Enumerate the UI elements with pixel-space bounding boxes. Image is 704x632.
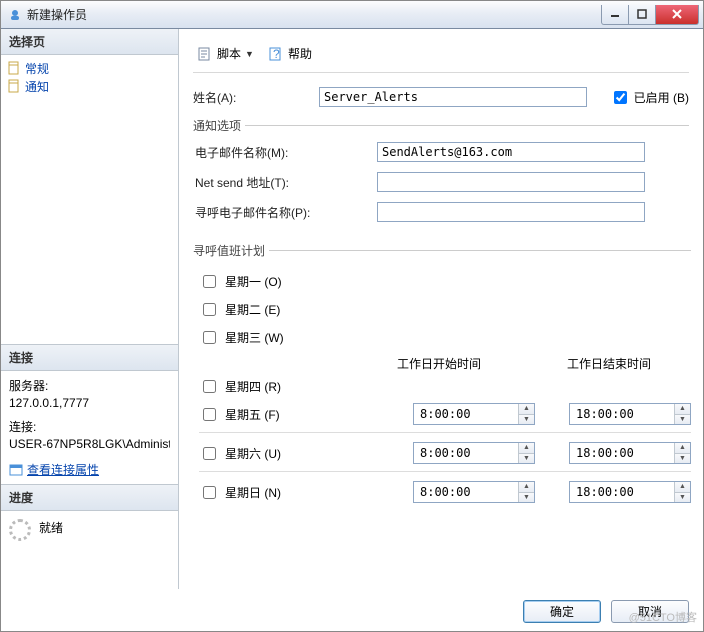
- schedule-group-legend: 寻呼值班计划: [193, 242, 269, 259]
- close-button[interactable]: [655, 5, 699, 25]
- email-label: 电子邮件名称(M):: [195, 144, 377, 161]
- chevron-down-icon: ▼: [245, 49, 254, 59]
- sidebar-item-general[interactable]: 常规: [7, 59, 172, 77]
- sidebar: 选择页 常规 通知 连接 服务器: 127.0.0.1,7777 连接: USE…: [1, 29, 179, 589]
- help-button[interactable]: ? 帮助: [264, 43, 316, 64]
- down-icon[interactable]: ▼: [519, 454, 534, 464]
- window-title: 新建操作员: [27, 6, 602, 23]
- netsend-input[interactable]: [377, 172, 645, 192]
- ok-button[interactable]: 确定: [523, 600, 601, 623]
- help-icon: ?: [268, 46, 284, 62]
- cancel-button[interactable]: 取消: [611, 600, 689, 623]
- notify-group: 通知选项 电子邮件名称(M): Net send 地址(T): 寻呼电子邮件名称…: [193, 117, 689, 232]
- sun-start-spinner[interactable]: 8:00:00▲▼: [413, 481, 535, 503]
- up-icon[interactable]: ▲: [675, 482, 690, 493]
- page-icon: [7, 61, 21, 75]
- day-mon[interactable]: 星期一 (O): [199, 272, 379, 291]
- email-input[interactable]: [377, 142, 645, 162]
- conn-label: 连接:: [9, 418, 170, 435]
- sidebar-item-notify[interactable]: 通知: [7, 77, 172, 95]
- server-value: 127.0.0.1,7777: [9, 396, 170, 410]
- sat-start-spinner[interactable]: 8:00:00▲▼: [413, 442, 535, 464]
- app-icon: [7, 7, 23, 23]
- down-icon[interactable]: ▼: [519, 415, 534, 425]
- day-thu[interactable]: 星期四 (R): [199, 377, 379, 396]
- start-header: 工作日开始时间: [397, 355, 517, 372]
- name-label: 姓名(A):: [193, 89, 319, 106]
- up-icon[interactable]: ▲: [519, 482, 534, 493]
- toolbar: 脚本 ▼ ? 帮助: [193, 39, 689, 73]
- page-icon: [7, 79, 21, 93]
- day-wed[interactable]: 星期三 (W): [199, 328, 379, 347]
- up-icon[interactable]: ▲: [519, 443, 534, 454]
- progress-panel: 就绪: [1, 511, 178, 589]
- script-button[interactable]: 脚本 ▼: [193, 43, 258, 64]
- schedule-group: 寻呼值班计划 星期一 (O) 星期二 (E) 星期三 (W) 工作日开始时间 工…: [193, 242, 691, 506]
- spinner-icon: [9, 519, 31, 541]
- day-sat[interactable]: 星期六 (U): [199, 444, 379, 463]
- day-fri[interactable]: 星期五 (F): [199, 405, 379, 424]
- weekday-start-spinner[interactable]: 8:00:00▲▼: [413, 403, 535, 425]
- main-panel: 脚本 ▼ ? 帮助 姓名(A): 已启用 (B) 通知选项: [179, 29, 703, 589]
- down-icon[interactable]: ▼: [519, 493, 534, 503]
- enabled-label: 已启用 (B): [634, 89, 689, 106]
- window: 新建操作员 选择页 常规 通知 连接 服务器: 127.0.: [0, 0, 704, 632]
- progress-header: 进度: [1, 485, 178, 511]
- up-icon[interactable]: ▲: [675, 404, 690, 415]
- connection-header: 连接: [1, 345, 178, 371]
- notify-group-legend: 通知选项: [193, 117, 245, 134]
- progress-status: 就绪: [39, 519, 63, 536]
- enabled-checkbox-input[interactable]: [614, 91, 627, 104]
- sidebar-item-label: 常规: [25, 60, 49, 77]
- down-icon[interactable]: ▼: [675, 415, 690, 425]
- titlebar: 新建操作员: [1, 1, 703, 29]
- server-label: 服务器:: [9, 377, 170, 394]
- pager-input[interactable]: [377, 202, 645, 222]
- time-headers: 工作日开始时间 工作日结束时间: [397, 355, 691, 372]
- sidebar-item-label: 通知: [25, 78, 49, 95]
- weekday-end-spinner[interactable]: 18:00:00▲▼: [569, 403, 691, 425]
- select-page-header: 选择页: [1, 29, 178, 55]
- netsend-label: Net send 地址(T):: [195, 174, 377, 191]
- sat-end-spinner[interactable]: 18:00:00▲▼: [569, 442, 691, 464]
- script-label: 脚本: [217, 45, 241, 62]
- properties-icon: [9, 463, 23, 477]
- day-tue[interactable]: 星期二 (E): [199, 300, 379, 319]
- sun-end-spinner[interactable]: 18:00:00▲▼: [569, 481, 691, 503]
- footer: 确定 取消: [1, 591, 703, 631]
- minimize-button[interactable]: [601, 5, 629, 25]
- enabled-checkbox[interactable]: 已启用 (B): [610, 88, 689, 107]
- down-icon[interactable]: ▼: [675, 454, 690, 464]
- down-icon[interactable]: ▼: [675, 493, 690, 503]
- up-icon[interactable]: ▲: [675, 443, 690, 454]
- pager-label: 寻呼电子邮件名称(P):: [195, 204, 377, 221]
- name-input[interactable]: [319, 87, 587, 107]
- help-label: 帮助: [288, 45, 312, 62]
- script-icon: [197, 46, 213, 62]
- view-connection-properties-link[interactable]: 查看连接属性: [27, 461, 99, 478]
- conn-value: USER-67NP5R8LGK\Administrat: [9, 437, 170, 451]
- up-icon[interactable]: ▲: [519, 404, 534, 415]
- day-sun[interactable]: 星期日 (N): [199, 483, 379, 502]
- maximize-button[interactable]: [628, 5, 656, 25]
- connection-panel: 服务器: 127.0.0.1,7777 连接: USER-67NP5R8LGK\…: [1, 371, 178, 485]
- svg-text:?: ?: [273, 47, 280, 61]
- end-header: 工作日结束时间: [567, 355, 687, 372]
